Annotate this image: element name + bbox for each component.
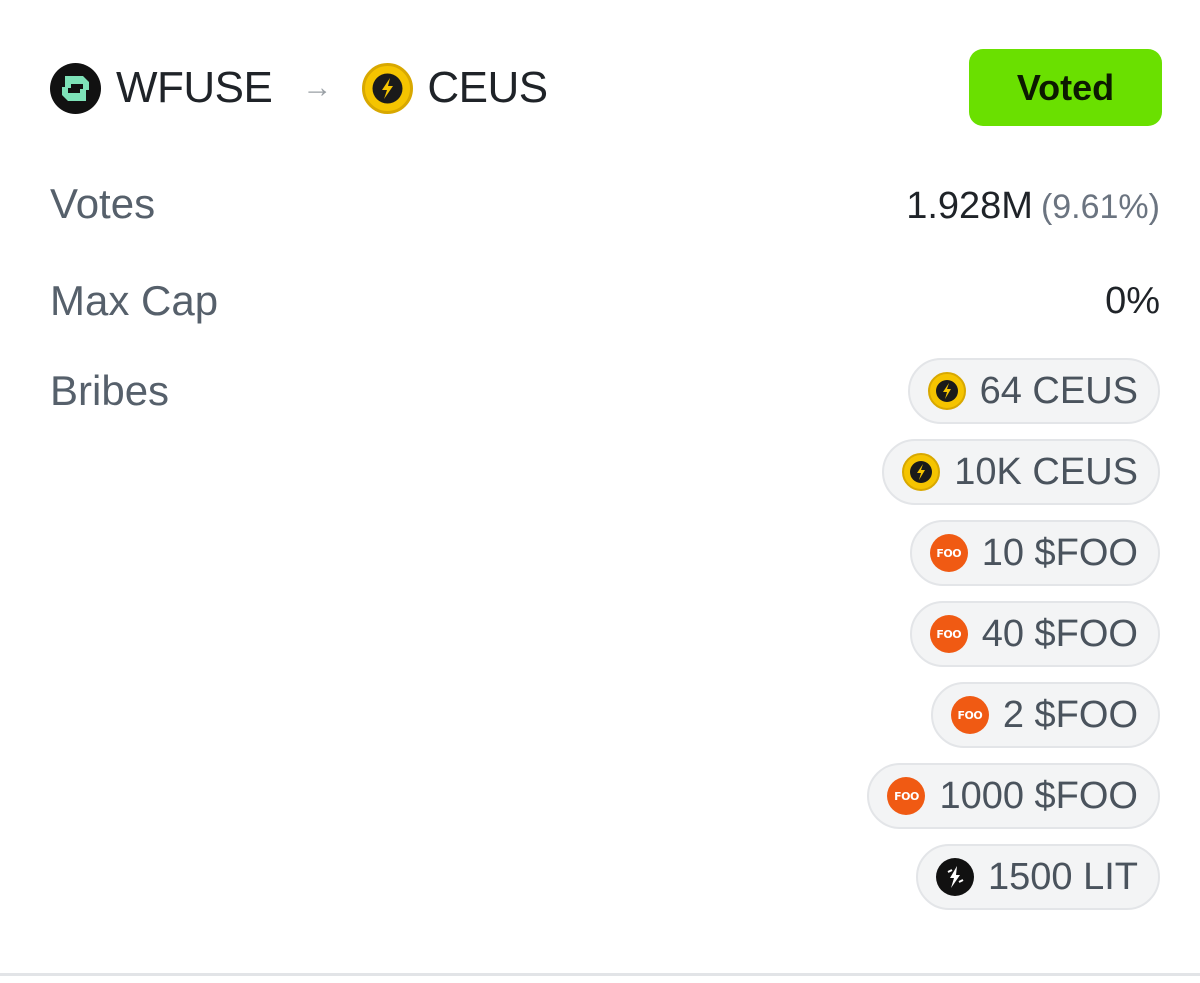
bribe-item: 1500 LIT <box>916 844 1160 910</box>
votes-percent: (9.61%) <box>1040 188 1160 226</box>
foo-logo-text: FOO <box>936 627 962 641</box>
bribe-amount: 10K CEUS <box>954 450 1138 493</box>
votes-value-group: 1.928M (9.61%) <box>906 185 1160 228</box>
bribes-list: 64 CEUS 10K CEUS FOO 10 $FOO FOO 40 $FOO… <box>867 358 1160 910</box>
bribe-amount: 10 $FOO <box>981 531 1138 574</box>
gauge-card: WFUSE → CEUS Voted Votes 1.928M (9.61%) M… <box>0 0 1200 983</box>
arrow-right-icon: → <box>302 71 333 104</box>
to-token-label: CEUS <box>427 63 548 112</box>
bribe-item: FOO 1000 $FOO <box>867 763 1160 829</box>
ceus-logo-icon <box>927 372 966 410</box>
bribe-item: FOO 2 $FOO <box>930 682 1160 748</box>
ceus-logo-icon <box>362 62 414 114</box>
ceus-logo-icon <box>902 453 941 491</box>
bribe-item: FOO 40 $FOO <box>909 601 1160 667</box>
bribes-label: Bribes <box>50 367 170 414</box>
wfuse-logo-icon <box>50 62 101 114</box>
bribe-amount: 40 $FOO <box>981 612 1138 655</box>
bribe-item: FOO 10 $FOO <box>909 520 1160 586</box>
bribe-amount: 1500 LIT <box>988 855 1138 898</box>
foo-logo-text: FOO <box>894 789 919 803</box>
bottom-divider <box>0 973 1200 976</box>
pool-pair: WFUSE → CEUS <box>50 58 548 118</box>
votes-value: 1.928M <box>906 185 1033 227</box>
foo-logo-icon: FOO <box>950 696 989 734</box>
bribe-amount: 2 $FOO <box>1002 693 1138 736</box>
votes-label: Votes <box>50 180 156 227</box>
from-token-label: WFUSE <box>116 63 273 112</box>
foo-logo-icon: FOO <box>929 534 968 572</box>
max-cap-value: 0% <box>1105 280 1160 322</box>
foo-logo-text: FOO <box>936 546 962 560</box>
voted-status-button[interactable]: Voted <box>969 49 1162 126</box>
foo-logo-icon: FOO <box>929 615 968 653</box>
bribe-item: 10K CEUS <box>882 439 1160 505</box>
bribe-amount: 1000 $FOO <box>939 774 1138 817</box>
bribe-item: 64 CEUS <box>907 358 1160 424</box>
foo-logo-icon: FOO <box>887 777 926 815</box>
lit-logo-icon <box>936 858 974 896</box>
max-cap-label: Max Cap <box>50 277 219 324</box>
foo-logo-text: FOO <box>957 708 983 722</box>
bribe-amount: 64 CEUS <box>979 369 1138 412</box>
